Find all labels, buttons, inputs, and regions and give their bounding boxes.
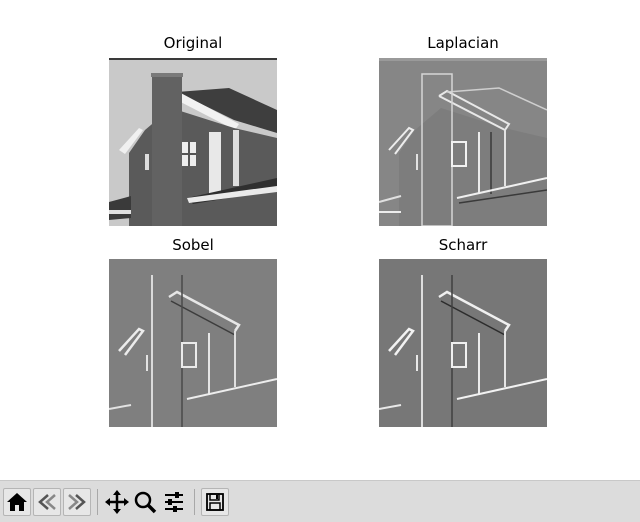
- panel-title-sobel: Sobel: [172, 236, 214, 254]
- back-arrow-icon: [38, 494, 56, 510]
- home-icon: [7, 493, 27, 511]
- forward-button[interactable]: [63, 488, 91, 516]
- original-image: [109, 58, 277, 226]
- zoom-magnifier-icon: [134, 491, 157, 514]
- figure-canvas: Original Laplacian Sobel Scharr: [0, 0, 640, 480]
- pan-button[interactable]: [103, 488, 131, 516]
- configure-subplots-icon: [165, 492, 183, 512]
- laplacian-image: [379, 58, 547, 226]
- matplotlib-window: Original Laplacian Sobel Scharr: [0, 0, 640, 522]
- panel-title-laplacian: Laplacian: [427, 34, 499, 52]
- forward-arrow-icon: [68, 494, 86, 510]
- home-button[interactable]: [3, 488, 31, 516]
- back-button[interactable]: [33, 488, 61, 516]
- sobel-image: [109, 259, 277, 427]
- panel-title-scharr: Scharr: [438, 236, 488, 254]
- save-button[interactable]: [201, 488, 229, 516]
- panel-title-original: Original: [163, 34, 223, 52]
- zoom-button[interactable]: [131, 488, 159, 516]
- scharr-image: [379, 259, 547, 427]
- save-floppy-icon: [206, 493, 224, 511]
- navigation-toolbar: [0, 480, 640, 522]
- toolbar-separator: [97, 489, 98, 515]
- toolbar-separator: [194, 489, 195, 515]
- pan-move-icon: [105, 490, 129, 514]
- configure-subplots-button[interactable]: [160, 488, 188, 516]
